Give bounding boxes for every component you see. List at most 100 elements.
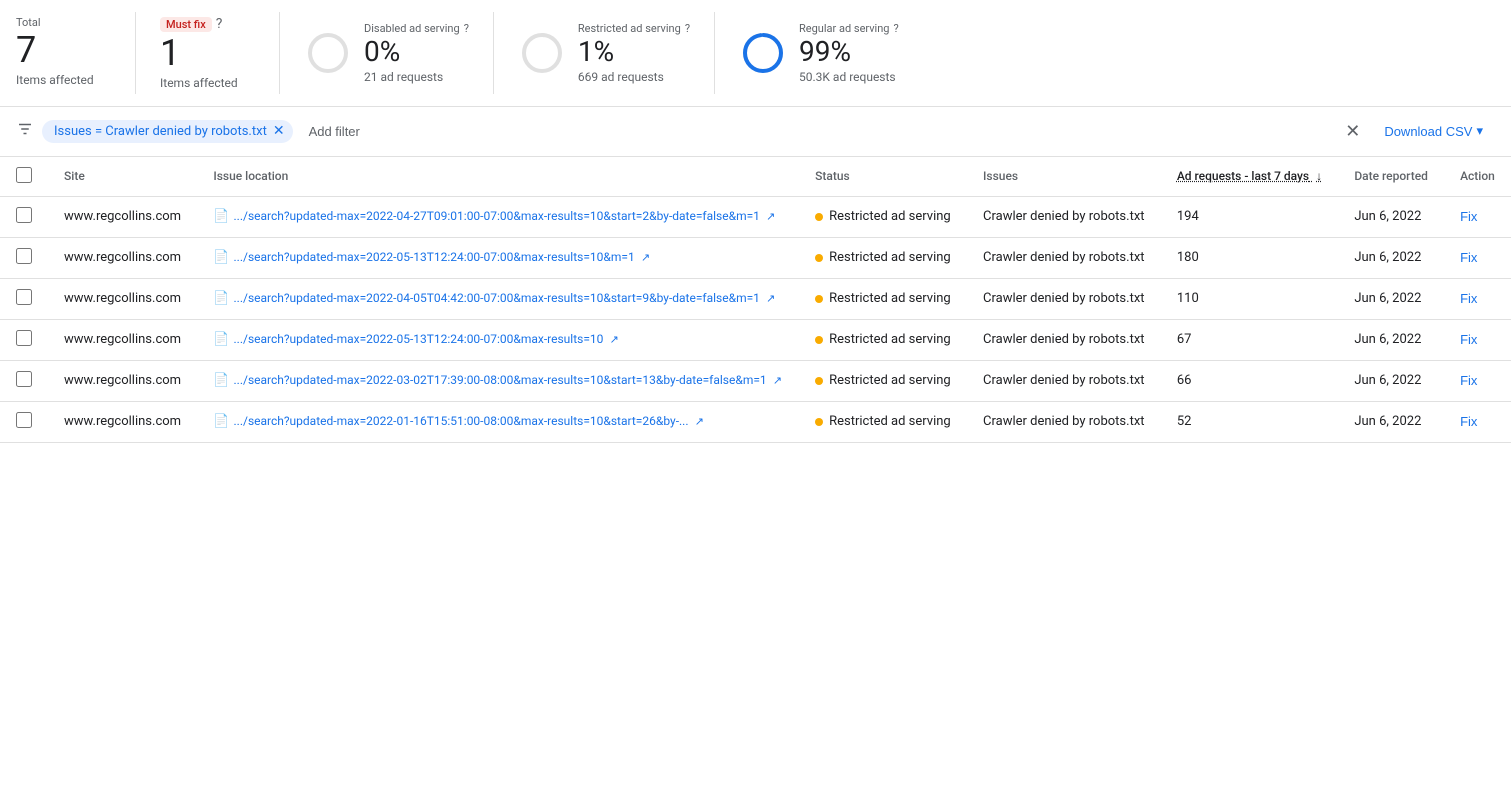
stat-must-fix-number: 1: [160, 34, 255, 74]
stat-total-label-top: Total: [16, 16, 111, 29]
must-fix-help-icon[interactable]: ?: [216, 16, 223, 32]
external-link-icon: ↗: [766, 292, 775, 305]
status-dot-icon: [815, 418, 823, 426]
row-ad-requests: 110: [1161, 278, 1339, 319]
issues-table: Site Issue location Status Issues Ad req…: [0, 157, 1511, 443]
select-all-checkbox[interactable]: [16, 167, 32, 183]
sort-arrow-icon: ↓: [1316, 169, 1322, 183]
row-date-reported: Jun 6, 2022: [1338, 196, 1444, 237]
row-checkbox[interactable]: [16, 289, 32, 305]
issue-location-link[interactable]: .../search?updated-max=2022-04-05T04:42:…: [234, 291, 760, 305]
filter-icon: [16, 120, 34, 143]
table-container: Site Issue location Status Issues Ad req…: [0, 157, 1511, 443]
row-action[interactable]: Fix: [1444, 401, 1511, 442]
row-site: www.regcollins.com: [48, 237, 197, 278]
doc-icon: 📄: [213, 250, 229, 265]
row-action[interactable]: Fix: [1444, 196, 1511, 237]
restricted-ad-help-icon[interactable]: ?: [685, 22, 690, 35]
regular-ad-requests: 50.3K ad requests: [799, 70, 899, 84]
row-action[interactable]: Fix: [1444, 319, 1511, 360]
regular-ad-label-top: Regular ad serving ?: [799, 22, 899, 35]
row-ad-requests: 67: [1161, 319, 1339, 360]
stat-total-number: 7: [16, 31, 111, 71]
external-link-icon: ↗: [766, 210, 775, 223]
row-issue-location[interactable]: 📄 .../search?updated-max=2022-05-13T12:24…: [197, 319, 799, 360]
row-issue-location[interactable]: 📄 .../search?updated-max=2022-05-13T12:24…: [197, 237, 799, 278]
fix-button[interactable]: Fix: [1460, 250, 1477, 265]
row-issues: Crawler denied by robots.txt: [967, 278, 1161, 319]
row-checkbox-cell[interactable]: [0, 401, 48, 442]
status-dot-icon: [815, 295, 823, 303]
filter-chip-close-icon[interactable]: ✕: [273, 124, 285, 138]
close-filter-button[interactable]: ✕: [1341, 117, 1364, 146]
row-issues: Crawler denied by robots.txt: [967, 401, 1161, 442]
row-status: Restricted ad serving: [799, 237, 967, 278]
disabled-ad-help-icon[interactable]: ?: [464, 22, 469, 35]
row-checkbox[interactable]: [16, 207, 32, 223]
must-fix-badge: Must fix: [160, 17, 212, 32]
external-link-icon: ↗: [610, 333, 619, 346]
add-filter-button[interactable]: Add filter: [301, 120, 368, 143]
col-date-reported: Date reported: [1338, 157, 1444, 197]
stat-must-fix: Must fix ? 1 Items affected: [160, 12, 280, 94]
download-csv-label: Download CSV: [1384, 124, 1472, 139]
fix-button[interactable]: Fix: [1460, 209, 1477, 224]
regular-ad-text: Regular ad serving ? 99% 50.3K ad reques…: [799, 22, 899, 84]
fix-button[interactable]: Fix: [1460, 332, 1477, 347]
row-checkbox[interactable]: [16, 371, 32, 387]
row-date-reported: Jun 6, 2022: [1338, 360, 1444, 401]
table-header-row: Site Issue location Status Issues Ad req…: [0, 157, 1511, 197]
row-checkbox[interactable]: [16, 330, 32, 346]
col-status: Status: [799, 157, 967, 197]
fix-button[interactable]: Fix: [1460, 414, 1477, 429]
disabled-ad-label-top: Disabled ad serving ?: [364, 22, 469, 35]
status-dot-icon: [815, 213, 823, 221]
regular-ad-help-icon[interactable]: ?: [894, 22, 899, 35]
issue-location-link[interactable]: .../search?updated-max=2022-01-16T15:51:…: [234, 414, 689, 428]
row-ad-requests: 194: [1161, 196, 1339, 237]
row-ad-requests: 66: [1161, 360, 1339, 401]
issue-location-link[interactable]: .../search?updated-max=2022-05-13T12:24:…: [234, 250, 635, 264]
row-issues: Crawler denied by robots.txt: [967, 360, 1161, 401]
row-action[interactable]: Fix: [1444, 360, 1511, 401]
row-checkbox[interactable]: [16, 412, 32, 428]
row-date-reported: Jun 6, 2022: [1338, 278, 1444, 319]
table-row: www.regcollins.com 📄.../search?updated-m…: [0, 196, 1511, 237]
row-status-text: Restricted ad serving: [829, 250, 951, 265]
restricted-ad-percent: 1%: [578, 37, 690, 68]
external-link-icon: ↗: [695, 415, 704, 428]
download-csv-button[interactable]: Download CSV ▾: [1372, 117, 1495, 145]
row-status: Restricted ad serving: [799, 278, 967, 319]
row-issues: Crawler denied by robots.txt: [967, 196, 1161, 237]
row-site: www.regcollins.com: [48, 360, 197, 401]
row-checkbox-cell[interactable]: [0, 360, 48, 401]
row-checkbox-cell[interactable]: [0, 278, 48, 319]
row-issue-location[interactable]: 📄.../search?updated-max=2022-04-27T09:01…: [197, 196, 799, 237]
issue-location-link[interactable]: .../search?updated-max=2022-05-13T12:24:…: [234, 332, 604, 346]
restricted-ad-circle: [518, 29, 566, 77]
row-action[interactable]: Fix: [1444, 237, 1511, 278]
row-status-text: Restricted ad serving: [829, 209, 951, 224]
select-all-header[interactable]: [0, 157, 48, 197]
row-issue-location[interactable]: 📄.../search?updated-max=2022-01-16T15:51…: [197, 401, 799, 442]
row-issue-location[interactable]: 📄.../search?updated-max=2022-03-02T17:39…: [197, 360, 799, 401]
issue-location-link[interactable]: .../search?updated-max=2022-03-02T17:39:…: [234, 373, 767, 387]
table-body: www.regcollins.com 📄.../search?updated-m…: [0, 196, 1511, 442]
doc-icon: 📄: [213, 332, 229, 347]
row-checkbox-cell[interactable]: [0, 319, 48, 360]
row-checkbox-cell[interactable]: [0, 196, 48, 237]
filter-chip: Issues = Crawler denied by robots.txt ✕: [42, 120, 293, 143]
row-checkbox[interactable]: [16, 248, 32, 264]
row-status: Restricted ad serving: [799, 401, 967, 442]
fix-button[interactable]: Fix: [1460, 373, 1477, 388]
row-issue-location[interactable]: 📄.../search?updated-max=2022-04-05T04:42…: [197, 278, 799, 319]
issue-location-link[interactable]: .../search?updated-max=2022-04-27T09:01:…: [234, 209, 760, 223]
row-action[interactable]: Fix: [1444, 278, 1511, 319]
row-checkbox-cell[interactable]: [0, 237, 48, 278]
col-action: Action: [1444, 157, 1511, 197]
status-dot-icon: [815, 254, 823, 262]
table-row: www.regcollins.com 📄.../search?updated-m…: [0, 360, 1511, 401]
col-ad-requests[interactable]: Ad requests - last 7 days ↓: [1161, 157, 1339, 197]
stat-regular-ad: Regular ad serving ? 99% 50.3K ad reques…: [739, 12, 931, 94]
fix-button[interactable]: Fix: [1460, 291, 1477, 306]
